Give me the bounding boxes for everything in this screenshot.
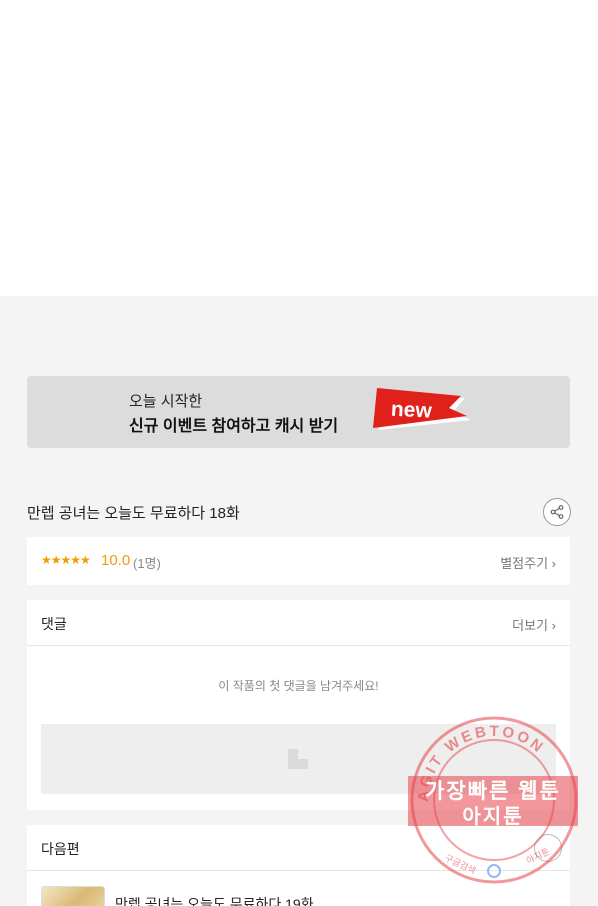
comments-title: 댓글 [41, 616, 67, 632]
rating-value: 10.0 [101, 552, 131, 569]
banner-subtitle: 오늘 시작한 [129, 393, 203, 410]
comments-more-button[interactable]: 더보기 › [512, 615, 556, 634]
new-badge-text: new [390, 398, 433, 423]
share-button[interactable] [543, 498, 571, 526]
new-badge-icon: new [373, 388, 471, 430]
chevron-right-icon: › [551, 618, 556, 633]
share-icon [550, 505, 564, 519]
rating-count: (1명) [133, 556, 161, 571]
next-episode-thumbnail[interactable] [41, 886, 105, 906]
comments-header: 댓글 더보기 › [27, 600, 570, 646]
rate-button-label: 별점주기 [500, 556, 549, 571]
rating-stars-icon: ★★★★★ [41, 553, 91, 567]
chevron-right-icon: › [551, 556, 556, 571]
next-episode-heading: 다음편 [41, 841, 80, 857]
content-viewer-area [0, 0, 598, 296]
rate-button[interactable]: 별점주기 › [500, 553, 556, 572]
next-episode-title[interactable]: 만렙 공녀는 오늘도 무료하다 19화 [115, 894, 314, 906]
rating-card: ★★★★★ 10.0 (1명) 별점주기 › [27, 537, 570, 585]
image-placeholder-icon [288, 749, 308, 769]
comments-more-label: 더보기 [512, 618, 549, 633]
event-banner[interactable]: 오늘 시작한 신규 이벤트 참여하고 캐시 받기 new [27, 376, 570, 448]
watermark-stamp: AGIT WEBTOON 구글검색 아지툰 가장빠른 웹툰 아지툰 [406, 716, 580, 884]
banner-title: 신규 이벤트 참여하고 캐시 받기 [129, 418, 339, 435]
episode-title: 만렙 공녀는 오늘도 무료하다 18화 [27, 505, 240, 522]
empty-comment-message: 이 작품의 첫 댓글을 남겨주세요! [218, 679, 379, 693]
watermark-line2: 아지툰 [462, 806, 524, 828]
